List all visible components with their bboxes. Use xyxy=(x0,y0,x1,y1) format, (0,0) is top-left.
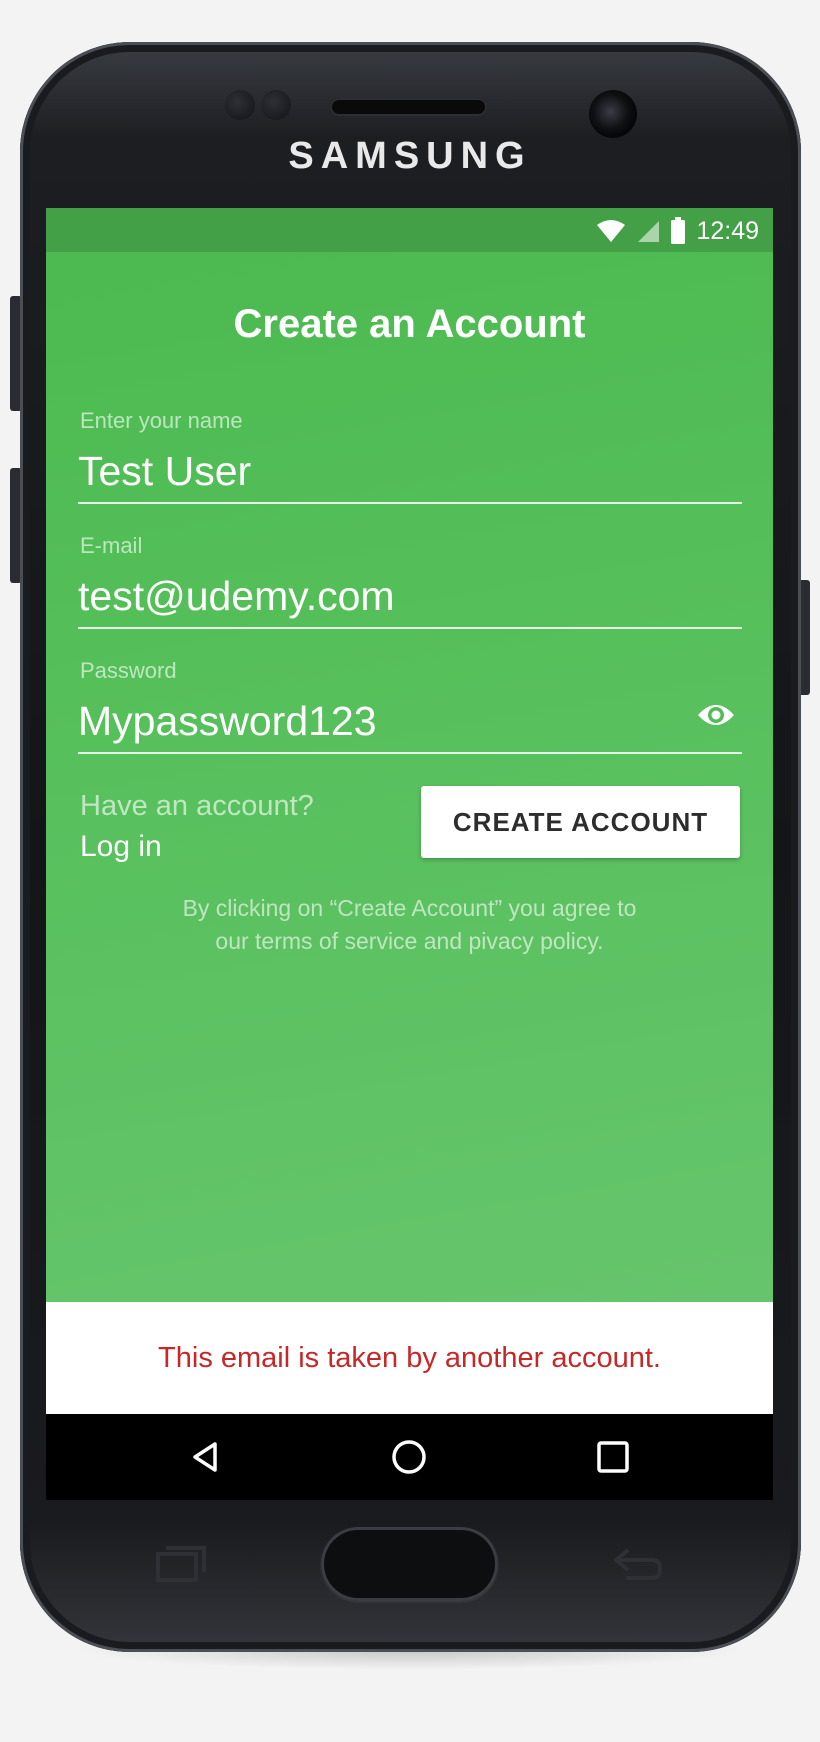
navigation-bar xyxy=(46,1414,773,1500)
snackbar-message: This email is taken by another account. xyxy=(158,1341,661,1374)
create-account-button[interactable]: CREATE ACCOUNT xyxy=(421,786,740,858)
page-title: Create an Account xyxy=(233,302,586,346)
battery-icon xyxy=(671,217,686,244)
status-bar: 12:49 xyxy=(46,208,773,252)
phone-screen: 12:49 Create an Account Enter your name … xyxy=(46,208,773,1414)
email-field-label: E-mail xyxy=(80,533,143,558)
status-time: 12:49 xyxy=(696,216,759,245)
email-field-underline xyxy=(78,627,742,629)
front-camera xyxy=(589,90,637,138)
hardware-back-key-icon xyxy=(614,1548,663,1580)
name-field-underline xyxy=(78,502,742,504)
status-icons: 12:49 xyxy=(596,216,759,245)
have-account-text: Have an account? xyxy=(80,790,314,822)
wifi-icon xyxy=(597,220,626,242)
email-field-value[interactable]: test@udemy.com xyxy=(78,573,395,620)
terms-text: By clicking on “Create Account” you agre… xyxy=(106,892,713,958)
create-account-screen: Create an Account Enter your name Test U… xyxy=(46,252,773,1302)
error-snackbar: This email is taken by another account. xyxy=(46,1302,773,1414)
earpiece-speaker xyxy=(330,98,487,116)
recents-icon[interactable] xyxy=(592,1436,634,1478)
name-field-value[interactable]: Test User xyxy=(78,448,251,495)
back-icon[interactable] xyxy=(184,1436,226,1478)
home-icon[interactable] xyxy=(388,1436,430,1478)
eye-icon[interactable] xyxy=(696,700,736,730)
password-field-underline xyxy=(78,752,742,754)
name-field-label: Enter your name xyxy=(80,408,243,433)
hardware-recents-key-icon xyxy=(156,1546,206,1582)
password-field-value[interactable]: Mypassword123 xyxy=(78,698,377,745)
terms-line-1: By clicking on “Create Account” you agre… xyxy=(182,895,637,921)
terms-line-2: our terms of service and pivacy policy. xyxy=(215,928,604,954)
hardware-home-button xyxy=(321,1527,498,1601)
signal-icon xyxy=(638,221,660,242)
light-sensor xyxy=(261,90,291,120)
login-link[interactable]: Log in xyxy=(80,830,162,864)
brand-logo: SAMSUNG xyxy=(288,135,532,177)
proximity-sensor xyxy=(225,90,255,120)
password-field-label: Password xyxy=(80,658,177,683)
